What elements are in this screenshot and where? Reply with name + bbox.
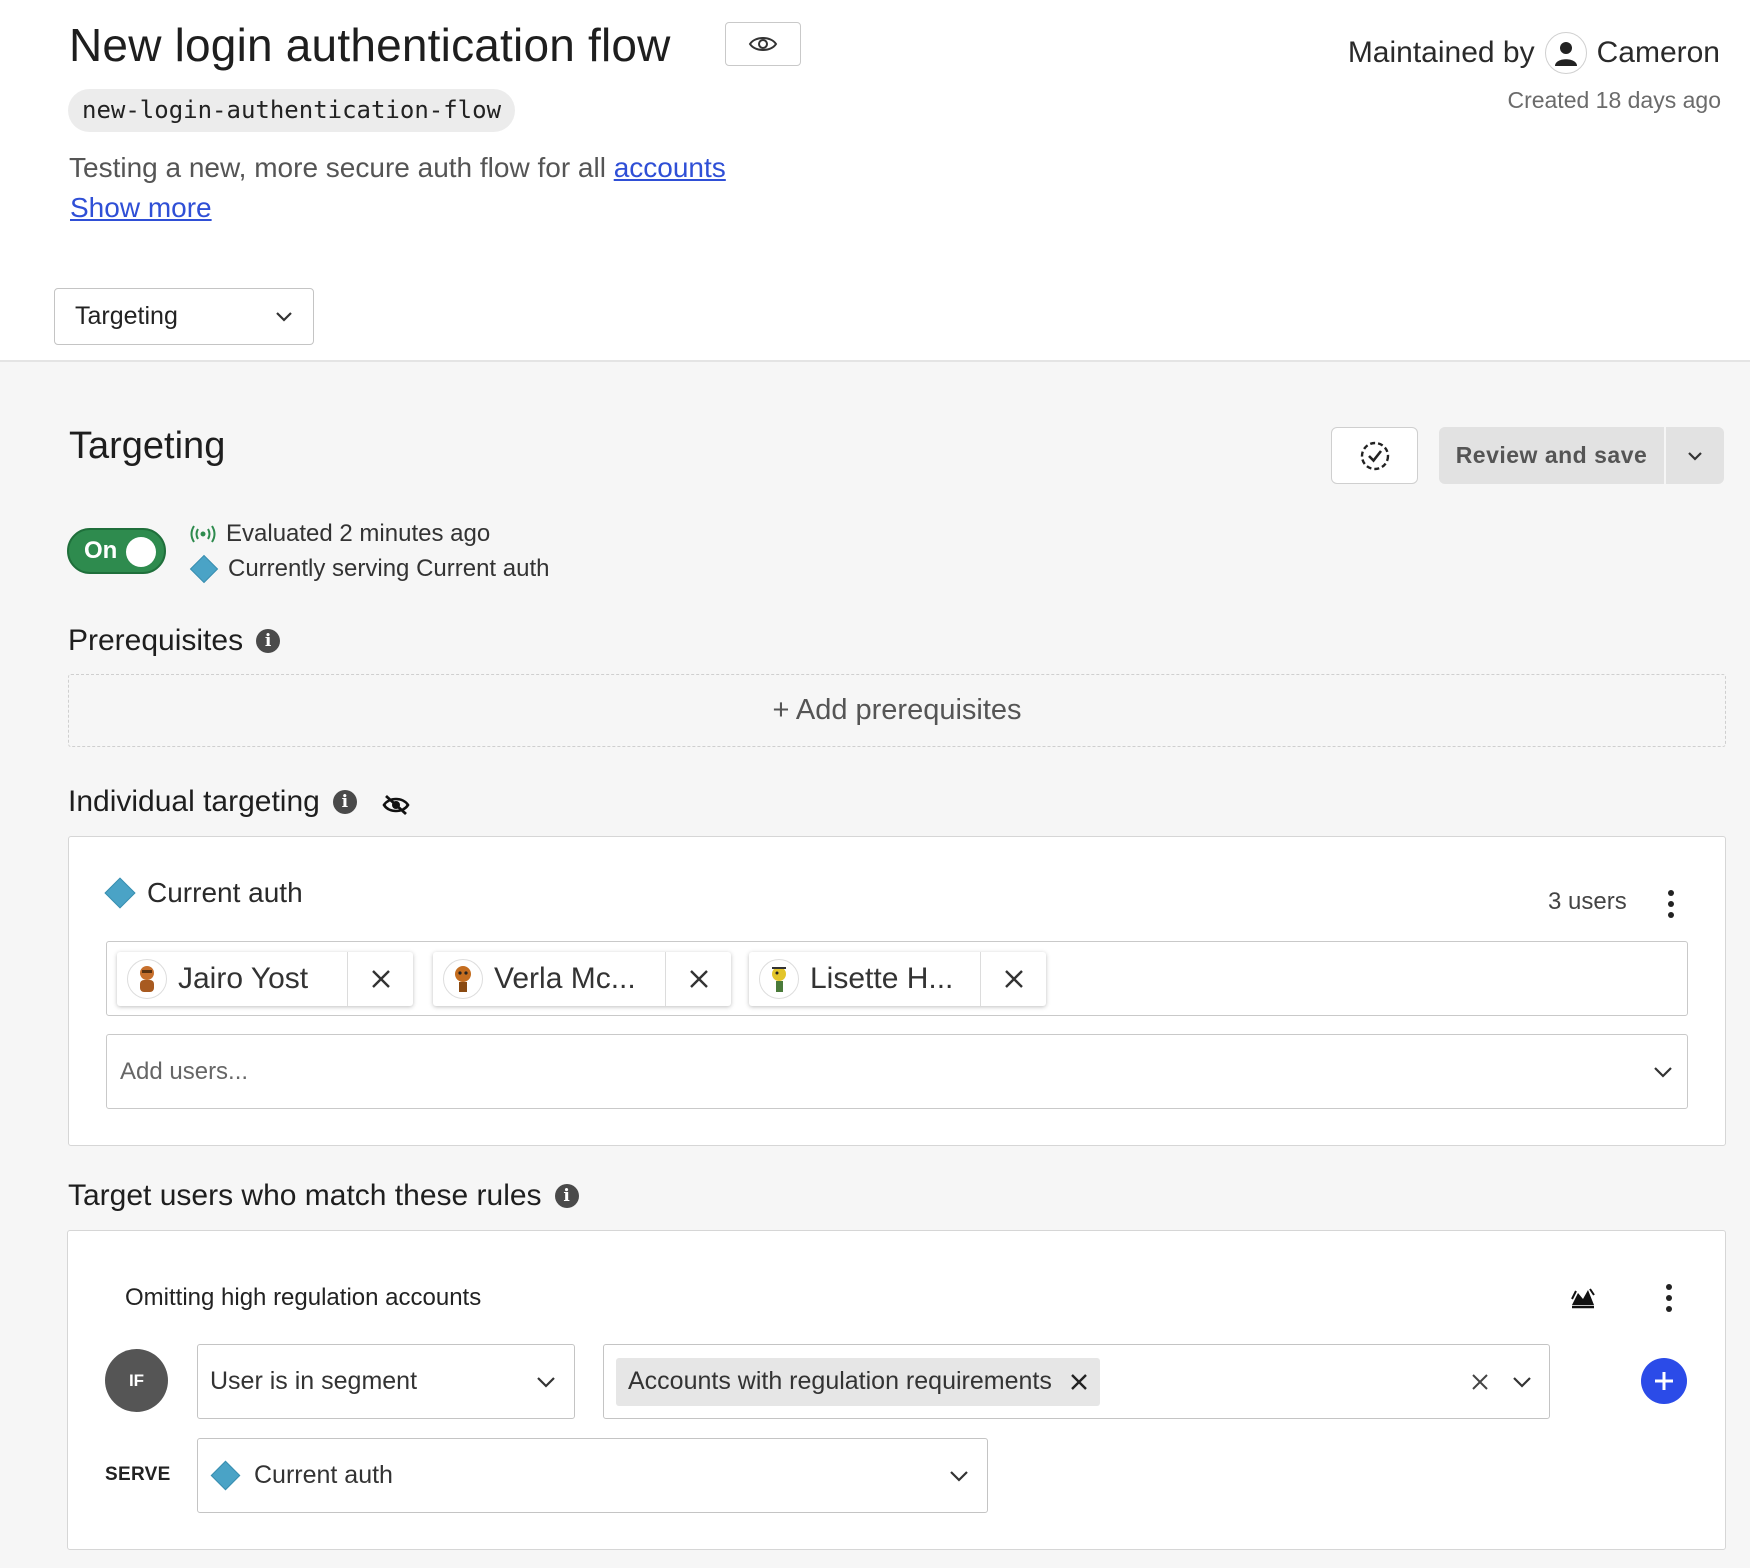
info-icon[interactable]: i: [554, 1184, 579, 1208]
flag-header: New login authentication flow new-login-…: [0, 0, 1750, 362]
info-icon[interactable]: i: [332, 790, 357, 814]
close-icon: [1004, 970, 1023, 988]
drag-handle-icon[interactable]: [1570, 1285, 1596, 1309]
add-users-placeholder: Add users...: [120, 1057, 249, 1085]
variation-diamond-icon: [210, 1460, 241, 1491]
individual-targeting-heading: Individual targeting i: [68, 785, 410, 819]
segment-chip: Accounts with regulation requirements: [616, 1357, 1100, 1406]
show-more-link[interactable]: Show more: [70, 192, 212, 224]
serve-variation: Current auth: [210, 1460, 393, 1491]
if-badge: IF: [105, 1349, 168, 1412]
accounts-link[interactable]: accounts: [614, 152, 726, 183]
view-select-value: Targeting: [75, 302, 178, 330]
variation-label: Current auth: [104, 877, 303, 909]
info-icon[interactable]: i: [256, 629, 281, 653]
remove-user-button[interactable]: [665, 952, 731, 1006]
segment-name: Accounts with regulation requirements: [628, 1367, 1052, 1395]
broadcast-icon: [190, 525, 216, 543]
add-clause-button[interactable]: [1641, 1358, 1687, 1404]
rules-heading: Target users who match these rules i: [68, 1179, 579, 1213]
flag-key[interactable]: new-login-authentication-flow: [68, 89, 516, 132]
rule-options-icon[interactable]: [1654, 1278, 1684, 1318]
user-avatar: [759, 959, 799, 999]
chevron-down-icon: [276, 311, 292, 322]
user-chip: Jairo Yost: [117, 952, 413, 1006]
prerequisites-heading: Prerequisites i: [68, 624, 281, 658]
user-avatar: [127, 959, 167, 999]
add-prerequisites-button[interactable]: + Add prerequisites: [68, 674, 1726, 747]
targeted-users-field[interactable]: Jairo Yost Verla Mc... Lisette H...: [106, 941, 1688, 1016]
plus-icon: [1655, 1372, 1673, 1390]
chevron-down-icon: [1513, 1377, 1531, 1388]
close-icon[interactable]: [1070, 1373, 1088, 1391]
avatar: [1544, 32, 1587, 74]
save-options-button[interactable]: [1664, 427, 1724, 484]
serving-text: Currently serving Current auth: [228, 555, 550, 582]
targeting-toggle[interactable]: On: [67, 528, 166, 574]
user-name: Verla Mc...: [494, 962, 636, 995]
toggle-label: On: [84, 537, 118, 564]
serving-status: Currently serving Current auth: [189, 554, 550, 584]
chevron-down-icon: [950, 1470, 968, 1482]
avatar-icon: [140, 966, 154, 992]
chevron-down-icon: [1654, 1066, 1672, 1078]
flag-description: Testing a new, more secure auth flow for…: [69, 152, 726, 184]
users-count: 3 users: [1548, 888, 1627, 915]
view-select[interactable]: Targeting: [54, 288, 314, 345]
history-button[interactable]: [1331, 427, 1418, 484]
eye-slash-icon: [382, 794, 410, 816]
rules-title: Target users who match these rules: [68, 1179, 542, 1212]
chevron-down-icon: [1688, 451, 1702, 461]
user-chip: Verla Mc...: [433, 952, 731, 1006]
review-save-group: Review and save: [1439, 427, 1724, 484]
segment-select[interactable]: Accounts with regulation requirements: [603, 1344, 1550, 1419]
section-title: Targeting: [69, 425, 226, 467]
serve-label: SERVE: [105, 1464, 171, 1485]
close-icon: [371, 970, 390, 988]
user-name: Jairo Yost: [178, 962, 309, 995]
variation-name: Current auth: [147, 877, 303, 908]
description-text: Testing a new, more secure auth flow for…: [69, 152, 606, 183]
history-check-icon: [1360, 441, 1389, 470]
remove-user-button[interactable]: [980, 952, 1046, 1006]
clause-operator-select[interactable]: User is in segment: [197, 1344, 575, 1419]
remove-user-button[interactable]: [347, 952, 413, 1006]
maintainer: Maintained by Cameron: [1348, 32, 1720, 74]
maintained-by-label: Maintained by: [1347, 36, 1535, 69]
watch-button[interactable]: [725, 22, 801, 66]
more-options-icon[interactable]: [1656, 884, 1686, 924]
serve-variation-value: Current auth: [254, 1461, 393, 1489]
maintainer-name[interactable]: Cameron: [1597, 36, 1720, 70]
add-users-input[interactable]: Add users...: [106, 1034, 1688, 1109]
user-avatar: [443, 959, 483, 999]
prerequisites-title: Prerequisites: [68, 624, 244, 657]
serve-variation-select[interactable]: Current auth: [197, 1438, 988, 1513]
evaluated-text: Evaluated 2 minutes ago: [226, 520, 491, 547]
avatar-icon: [455, 966, 471, 992]
user-icon: [1554, 42, 1577, 66]
individual-targeting-title: Individual targeting: [68, 785, 320, 818]
user-name: Lisette H...: [810, 962, 954, 995]
clear-icon[interactable]: [1470, 1372, 1490, 1392]
user-chip: Lisette H...: [749, 952, 1046, 1006]
clause-operator-value: User is in segment: [210, 1367, 418, 1395]
variation-diamond-icon: [189, 554, 219, 584]
chevron-down-icon: [537, 1376, 555, 1388]
created-timestamp: Created 18 days ago: [1507, 87, 1721, 113]
review-and-save-button[interactable]: Review and save: [1439, 427, 1664, 484]
evaluation-status: Evaluated 2 minutes ago: [190, 520, 490, 548]
avatar-icon: [772, 967, 786, 992]
eye-icon: [748, 37, 778, 51]
rule-name: Omitting high regulation accounts: [125, 1284, 482, 1311]
toggle-knob: [126, 537, 156, 567]
close-icon: [689, 970, 708, 988]
variation-diamond-icon: [104, 877, 136, 909]
page-title: New login authentication flow: [69, 19, 671, 71]
